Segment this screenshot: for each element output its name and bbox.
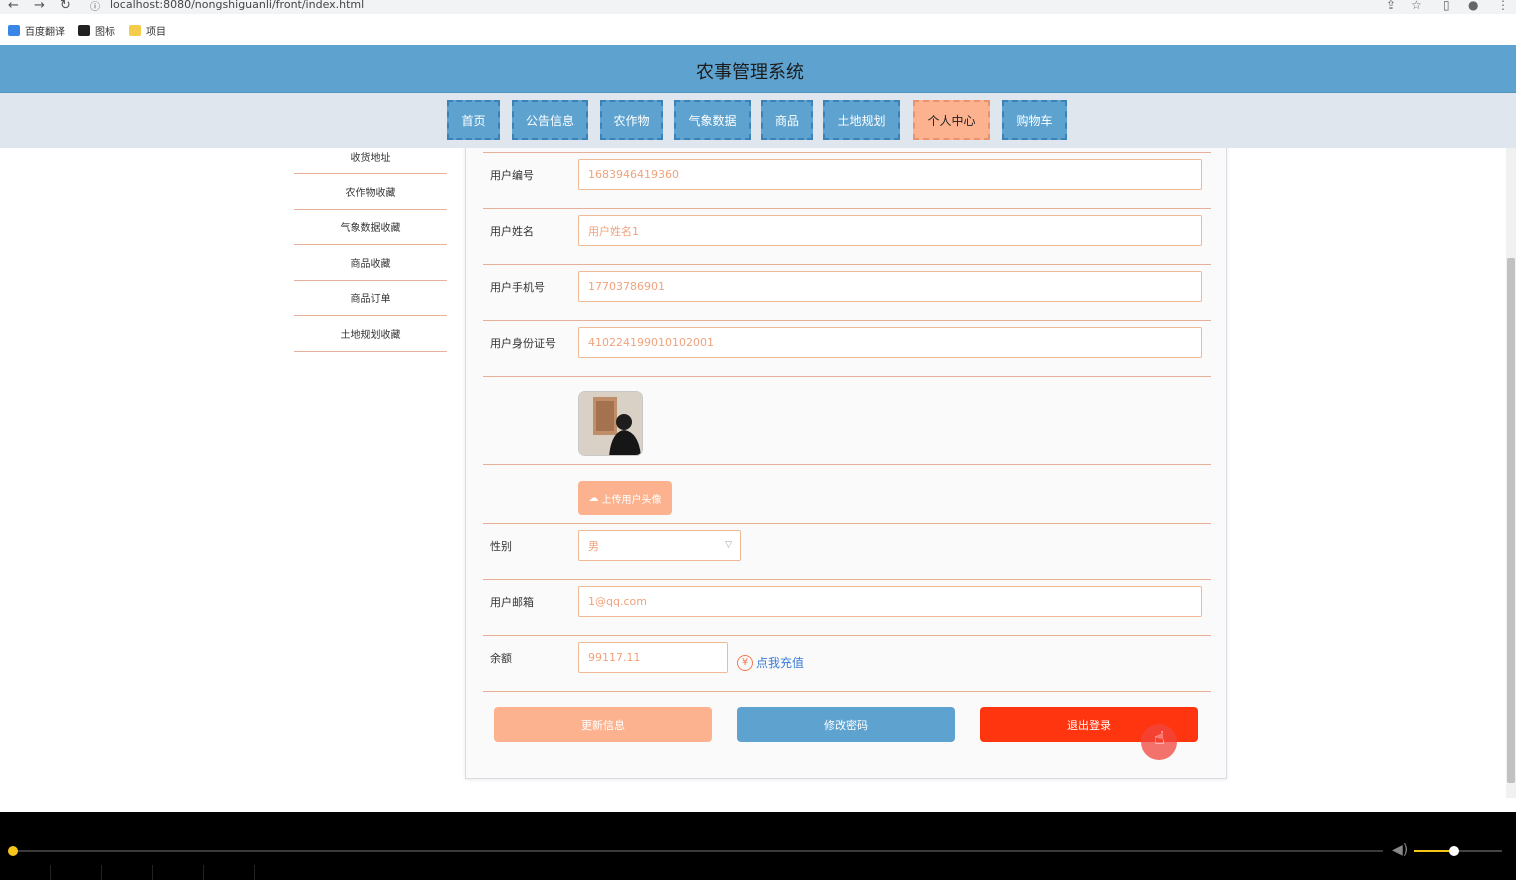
back-icon[interactable]: ← xyxy=(8,0,19,13)
row-user-name: 用户姓名 用户姓名1 xyxy=(483,209,1211,265)
gender-label: 性别 xyxy=(490,540,512,553)
browser-toolbar: ← → ↻ ⓘ localhost:8080/nongshiguanli/fro… xyxy=(0,0,1516,14)
forward-icon[interactable]: → xyxy=(34,0,45,13)
nav-goods[interactable]: 商品 xyxy=(761,100,813,140)
reload-icon[interactable]: ↻ xyxy=(60,0,71,13)
user-id-input[interactable]: 1683946419360 xyxy=(578,159,1202,190)
bookmark-label: 项目 xyxy=(146,27,166,38)
row-gender: 性别 男 ▽ xyxy=(483,524,1211,580)
player-cell[interactable] xyxy=(204,865,255,880)
sidebar-item-crop-favorites[interactable]: 农作物收藏 xyxy=(294,174,447,210)
update-info-button[interactable]: 更新信息 xyxy=(494,707,712,742)
change-password-button[interactable]: 修改密码 xyxy=(737,707,955,742)
player-cell[interactable] xyxy=(51,865,102,880)
page-scrollbar[interactable] xyxy=(1506,148,1516,798)
volume-icon[interactable]: ◀) xyxy=(1392,842,1408,858)
folder-icon xyxy=(129,25,141,36)
hand-cursor-icon: ☝ xyxy=(1154,728,1165,749)
share-icon[interactable]: ⇪ xyxy=(1386,0,1396,12)
bookmark-translate[interactable]: 百度翻译 xyxy=(8,23,65,38)
row-avatar xyxy=(483,377,1211,465)
volume-knob[interactable] xyxy=(1448,846,1459,856)
sidebar-item-weather-favorites[interactable]: 气象数据收藏 xyxy=(294,210,447,245)
address-bar[interactable]: localhost:8080/nongshiguanli/front/index… xyxy=(110,0,364,11)
nav-home[interactable]: 首页 xyxy=(447,100,500,140)
profile-icon[interactable]: ● xyxy=(1468,0,1478,12)
page-content: 收货地址 农作物收藏 气象数据收藏 商品收藏 商品订单 土地规划收藏 用户编号 … xyxy=(0,148,1506,812)
user-name-input[interactable]: 用户姓名1 xyxy=(578,215,1202,246)
balance-input[interactable]: 99117.11 xyxy=(578,642,728,673)
sidebar-menu: 收货地址 农作物收藏 气象数据收藏 商品收藏 商品订单 土地规划收藏 xyxy=(294,148,447,352)
player-controls xyxy=(0,865,1516,880)
sidebar-item-orders[interactable]: 商品订单 xyxy=(294,281,447,316)
main-nav: 首页 公告信息 农作物 气象数据 商品 土地规划 个人中心 购物车 xyxy=(0,93,1516,148)
progress-knob[interactable] xyxy=(8,846,18,856)
video-player-bar: ◀) xyxy=(0,812,1516,880)
volume-slider[interactable] xyxy=(1414,846,1502,856)
nav-land-plan[interactable]: 土地规划 xyxy=(823,100,900,140)
cloud-upload-icon: ☁ xyxy=(588,492,599,504)
row-user-id: 用户编号 1683946419360 xyxy=(483,153,1211,209)
player-cell[interactable] xyxy=(102,865,153,880)
phone-input[interactable]: 17703786901 xyxy=(578,271,1202,302)
bookmark-project[interactable]: 项目 xyxy=(129,23,166,38)
recharge-label: 点我充值 xyxy=(756,656,805,670)
chevron-down-icon: ▽ xyxy=(725,540,732,550)
row-balance: 余额 99117.11 ¥ 点我充值 xyxy=(483,636,1211,692)
bookmark-icons[interactable]: 图标 xyxy=(78,23,115,38)
avatar-photo xyxy=(579,392,642,455)
phone-label: 用户手机号 xyxy=(490,281,545,294)
bookmarks-bar: 百度翻译 图标 项目 xyxy=(0,14,1516,45)
image-icon xyxy=(78,25,90,36)
upload-label: 上传用户头像 xyxy=(601,494,662,506)
row-phone: 用户手机号 17703786901 xyxy=(483,265,1211,321)
player-cell[interactable] xyxy=(0,865,51,880)
nav-cart[interactable]: 购物车 xyxy=(1002,100,1067,140)
id-card-label: 用户身份证号 xyxy=(490,337,556,350)
translate-icon xyxy=(8,25,20,36)
user-name-label: 用户姓名 xyxy=(490,225,534,238)
nav-weather[interactable]: 气象数据 xyxy=(674,100,751,140)
bookmark-label: 百度翻译 xyxy=(25,27,65,38)
email-input[interactable]: 1@qq.com xyxy=(578,586,1202,617)
scrollbar-thumb[interactable] xyxy=(1507,258,1515,783)
sidebar-item-goods-favorites[interactable]: 商品收藏 xyxy=(294,245,447,281)
menu-icon[interactable]: ⋮ xyxy=(1497,0,1509,12)
nav-notice[interactable]: 公告信息 xyxy=(512,100,588,140)
site-header: 农事管理系统 xyxy=(0,45,1516,93)
id-card-input[interactable]: 410224199010102001 xyxy=(578,327,1202,358)
email-label: 用户邮箱 xyxy=(490,596,534,609)
nav-crops[interactable]: 农作物 xyxy=(600,100,663,140)
player-cell[interactable] xyxy=(153,865,204,880)
upload-avatar-button[interactable]: ☁ 上传用户头像 xyxy=(578,481,672,515)
row-upload: ☁ 上传用户头像 xyxy=(483,465,1211,524)
balance-label: 余额 xyxy=(490,652,512,665)
recharge-link[interactable]: ¥ 点我充值 xyxy=(737,654,804,671)
gender-select[interactable]: 男 ▽ xyxy=(578,530,741,561)
bookmark-label: 图标 xyxy=(95,27,115,38)
gender-value: 男 xyxy=(588,539,599,553)
sidebar-item-land-favorites[interactable]: 土地规划收藏 xyxy=(294,316,447,352)
nav-personal-center[interactable]: 个人中心 xyxy=(913,100,990,140)
sidebar-item-address[interactable]: 收货地址 xyxy=(294,148,447,174)
site-title: 农事管理系统 xyxy=(696,62,804,83)
info-icon[interactable]: ⓘ xyxy=(90,0,100,13)
sidebar-icon[interactable]: ▯ xyxy=(1443,0,1450,12)
yen-icon: ¥ xyxy=(737,654,753,671)
user-id-label: 用户编号 xyxy=(490,169,534,182)
user-avatar xyxy=(578,391,643,456)
progress-track[interactable] xyxy=(13,850,1383,852)
star-icon[interactable]: ☆ xyxy=(1411,0,1422,12)
profile-form: 用户编号 1683946419360 用户姓名 用户姓名1 用户手机号 1770… xyxy=(465,148,1227,779)
row-id-card: 用户身份证号 410224199010102001 xyxy=(483,321,1211,377)
row-email: 用户邮箱 1@qq.com xyxy=(483,580,1211,636)
volume-fill xyxy=(1414,850,1454,852)
